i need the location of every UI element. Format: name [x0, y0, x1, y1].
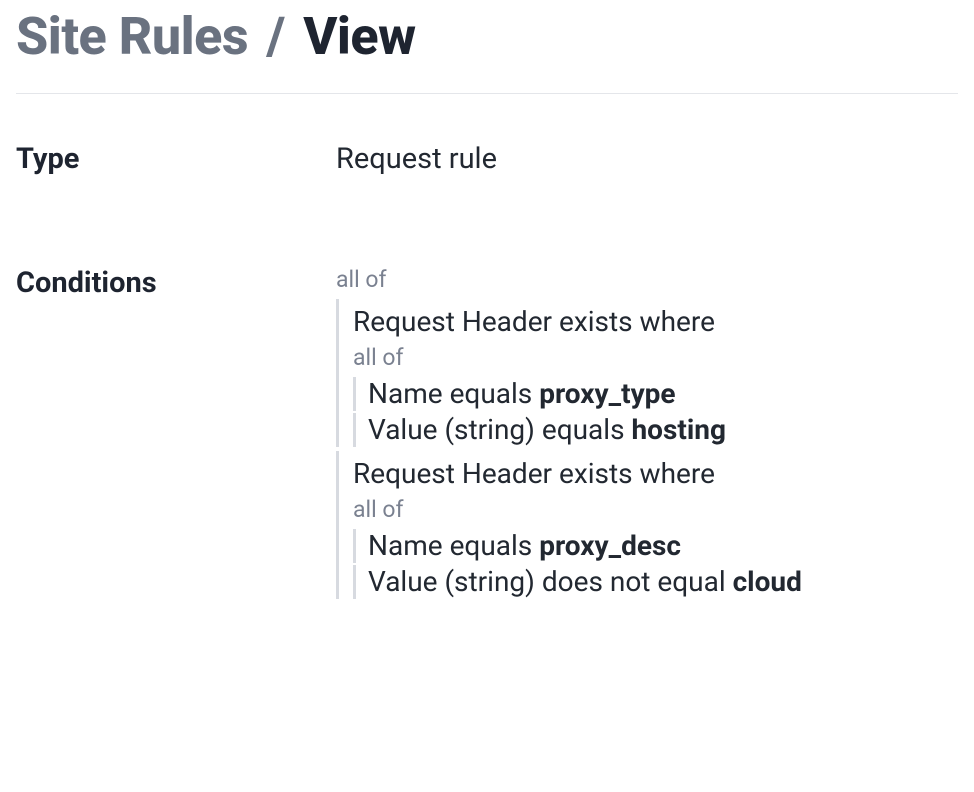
condition-line: Value (string) equals hosting: [353, 413, 958, 447]
condition-field: Value (string): [368, 413, 535, 446]
condition-value: proxy_desc: [539, 529, 681, 562]
condition-value: hosting: [632, 413, 726, 446]
join-label-inner: all of: [353, 344, 958, 371]
condition-group-header: Request Header exists where: [353, 299, 958, 344]
field-label-type: Type: [16, 142, 336, 176]
conditions-tree: all of Request Header exists where all o…: [336, 266, 958, 603]
condition-field: Name: [368, 377, 443, 410]
condition-group: Request Header exists where all of Name …: [336, 451, 958, 599]
field-row-type: Type Request rule: [16, 94, 958, 176]
join-label-inner: all of: [353, 496, 958, 523]
breadcrumb-current: View: [303, 6, 415, 67]
condition-field: Value (string): [368, 565, 535, 598]
condition-value: proxy_type: [539, 377, 675, 410]
field-label-conditions: Conditions: [16, 266, 336, 300]
condition-line: Name equals proxy_type: [353, 377, 958, 411]
breadcrumb-separator: /: [260, 6, 290, 67]
page-title: Site Rules / View: [16, 0, 958, 94]
condition-group: Request Header exists where all of Name …: [336, 299, 958, 447]
condition-group-header: Request Header exists where: [353, 451, 958, 496]
field-row-conditions: Conditions all of Request Header exists …: [16, 176, 958, 603]
breadcrumb-root[interactable]: Site Rules: [16, 6, 248, 67]
join-label-outer: all of: [336, 266, 958, 293]
condition-line: Name equals proxy_desc: [353, 529, 958, 563]
condition-line: Value (string) does not equal cloud: [353, 565, 958, 599]
condition-field: Name: [368, 529, 443, 562]
condition-value: cloud: [733, 565, 802, 598]
field-value-type: Request rule: [336, 142, 958, 176]
condition-op: equals: [542, 413, 625, 446]
condition-op: equals: [450, 529, 533, 562]
condition-op: equals: [450, 377, 533, 410]
condition-op: does not equal: [542, 565, 726, 598]
